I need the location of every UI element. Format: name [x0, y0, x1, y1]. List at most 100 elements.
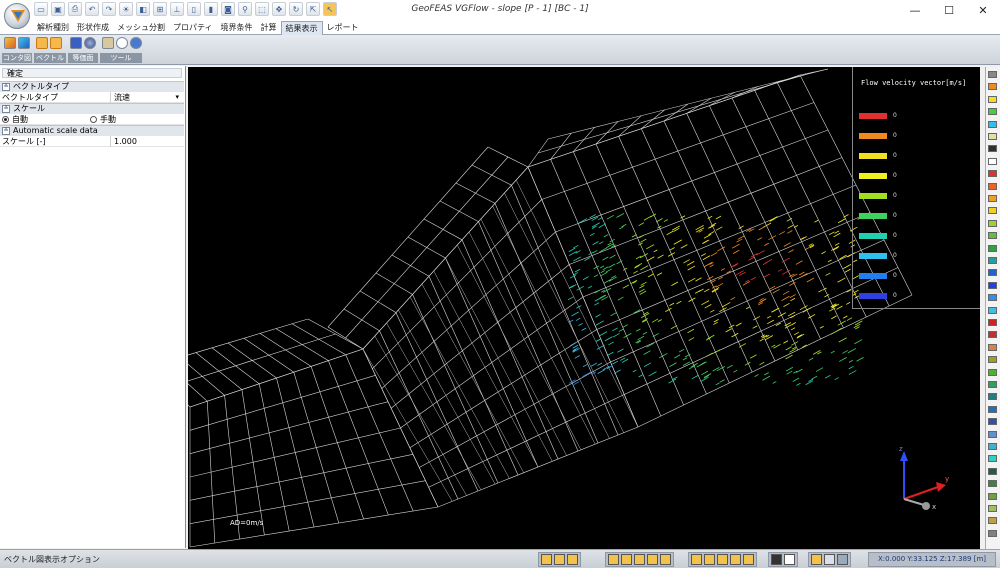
- palette-color-swatch[interactable]: [988, 343, 997, 351]
- info-icon[interactable]: [116, 37, 128, 49]
- tab-calculate[interactable]: 計算: [257, 21, 281, 35]
- palette-color-swatch[interactable]: [988, 306, 997, 314]
- axis-triad: z y x: [899, 445, 949, 511]
- x-axis: [903, 498, 925, 506]
- face-icon[interactable]: [647, 554, 658, 565]
- palette-color-swatch[interactable]: [988, 281, 997, 289]
- line-icon[interactable]: [621, 554, 632, 565]
- palette-color-swatch[interactable]: [988, 244, 997, 252]
- help-icon[interactable]: [130, 37, 142, 49]
- tab-results[interactable]: 結果表示: [280, 21, 323, 35]
- palette-color-swatch[interactable]: [988, 356, 997, 364]
- select-group-icon[interactable]: [743, 554, 754, 565]
- palette-color-swatch[interactable]: [988, 83, 997, 91]
- scale-manual-radio[interactable]: 手動: [90, 114, 116, 125]
- palette-color-swatch[interactable]: [988, 443, 997, 450]
- palette-color-swatch[interactable]: [988, 467, 997, 475]
- tool-icon[interactable]: [102, 37, 114, 49]
- palette-color-swatch[interactable]: [988, 219, 997, 227]
- status-tool-group-1: [538, 552, 581, 567]
- wire-icon[interactable]: [784, 554, 795, 565]
- layer-icon[interactable]: [567, 554, 578, 565]
- vector-icon[interactable]: [36, 37, 48, 49]
- palette-color-swatch[interactable]: [988, 269, 997, 277]
- collapse-icon[interactable]: ≚: [2, 83, 10, 91]
- palette-color-swatch[interactable]: [988, 492, 997, 500]
- property-panel: 確定 ≚ ベクトルタイプ ベクトルタイプ 流速 ▾ ≚ スケール 自動 手動 ≚…: [0, 66, 186, 548]
- sphere-icon[interactable]: [84, 37, 96, 49]
- close-icon[interactable]: ✕: [966, 0, 1000, 20]
- palette-color-swatch[interactable]: [988, 207, 997, 215]
- palette-color-swatch[interactable]: [988, 133, 997, 140]
- contour-icon[interactable]: [4, 37, 16, 49]
- palette-color-swatch[interactable]: [988, 182, 997, 190]
- section-scale[interactable]: ≚ スケール: [0, 103, 184, 114]
- tab-property[interactable]: プロパティ: [169, 21, 217, 35]
- tab-mesh[interactable]: メッシュ分割: [113, 21, 169, 35]
- shade-icon[interactable]: [771, 554, 782, 565]
- minimize-icon[interactable]: —: [898, 0, 932, 20]
- palette-color-swatch[interactable]: [988, 319, 997, 326]
- palette-color-swatch[interactable]: [988, 418, 997, 426]
- y-axis: [903, 486, 939, 500]
- screenshot-icon[interactable]: [811, 554, 822, 565]
- palette-color-swatch[interactable]: [988, 393, 997, 401]
- palette-color-swatch[interactable]: [988, 455, 997, 463]
- collapse-icon[interactable]: ≚: [2, 105, 10, 113]
- palette-color-swatch[interactable]: [988, 71, 997, 78]
- palette-color-swatch[interactable]: [988, 368, 997, 376]
- palette-color-swatch[interactable]: [988, 145, 997, 153]
- palette-color-swatch[interactable]: [988, 108, 997, 116]
- solid-icon[interactable]: [660, 554, 671, 565]
- select-node-icon[interactable]: [691, 554, 702, 565]
- palette-color-swatch[interactable]: [988, 430, 997, 438]
- window-controls: — ☐ ✕: [898, 0, 1000, 20]
- tab-geometry[interactable]: 形状作成: [73, 21, 113, 35]
- list-icon[interactable]: [824, 554, 835, 565]
- vector-2-icon[interactable]: [50, 37, 62, 49]
- tab-report[interactable]: レポート: [323, 21, 363, 35]
- scale-input[interactable]: 1.000: [110, 136, 182, 147]
- maximize-icon[interactable]: ☐: [932, 0, 966, 20]
- edge-icon[interactable]: [634, 554, 645, 565]
- palette-color-swatch[interactable]: [988, 294, 997, 302]
- point-icon[interactable]: [608, 554, 619, 565]
- scale-label: スケール [-]: [2, 137, 46, 146]
- palette-color-swatch[interactable]: [988, 257, 997, 264]
- grid-icon[interactable]: [541, 554, 552, 565]
- 3d-viewport[interactable]: Flow velocity vector[m/s] 0 0 0 0 0 0 0 0 0 0 AD=…: [188, 67, 980, 549]
- palette-color-swatch[interactable]: [988, 381, 997, 388]
- contour-2-icon[interactable]: [18, 37, 30, 49]
- select-body-icon[interactable]: [730, 554, 741, 565]
- app-logo-icon[interactable]: [4, 3, 30, 29]
- palette-color-swatch[interactable]: [988, 529, 997, 537]
- palette-color-swatch[interactable]: [988, 95, 997, 103]
- palette-color-swatch[interactable]: [988, 232, 997, 240]
- section-vector-type[interactable]: ≚ ベクトルタイプ: [0, 81, 184, 92]
- confirm-button[interactable]: 確定: [2, 68, 182, 78]
- palette-color-swatch[interactable]: [988, 331, 997, 339]
- palette-color-swatch[interactable]: [988, 195, 997, 202]
- collapse-icon[interactable]: ≚: [2, 127, 10, 135]
- palette-color-swatch[interactable]: [988, 120, 997, 128]
- chevron-down-icon[interactable]: ▾: [175, 92, 179, 103]
- palette-color-swatch[interactable]: [988, 517, 997, 525]
- legend-swatch: [859, 213, 887, 219]
- tab-analysis-type[interactable]: 解析種別: [33, 21, 73, 35]
- select-face-icon[interactable]: [717, 554, 728, 565]
- palette-color-swatch[interactable]: [988, 480, 997, 488]
- section-automatic-scale-data[interactable]: ≚ Automatic scale data: [0, 125, 184, 136]
- palette-color-swatch[interactable]: [988, 157, 997, 165]
- monitor-icon[interactable]: [837, 554, 848, 565]
- scale-auto-radio[interactable]: 自動: [2, 114, 28, 125]
- palette-color-swatch[interactable]: [988, 170, 997, 178]
- status-bar: ベクトル図表示オプション X:0.000 Y:33.125 Z:17.389 […: [0, 549, 1000, 568]
- tab-boundary[interactable]: 境界条件: [217, 21, 257, 35]
- palette-color-swatch[interactable]: [988, 505, 997, 512]
- snap-icon[interactable]: [554, 554, 565, 565]
- palette-color-swatch[interactable]: [988, 405, 997, 413]
- select-element-icon[interactable]: [704, 554, 715, 565]
- scale-row: スケール [-] 1.000: [0, 136, 184, 147]
- surface-icon[interactable]: [70, 37, 82, 49]
- vector-type-select[interactable]: 流速 ▾: [110, 92, 182, 103]
